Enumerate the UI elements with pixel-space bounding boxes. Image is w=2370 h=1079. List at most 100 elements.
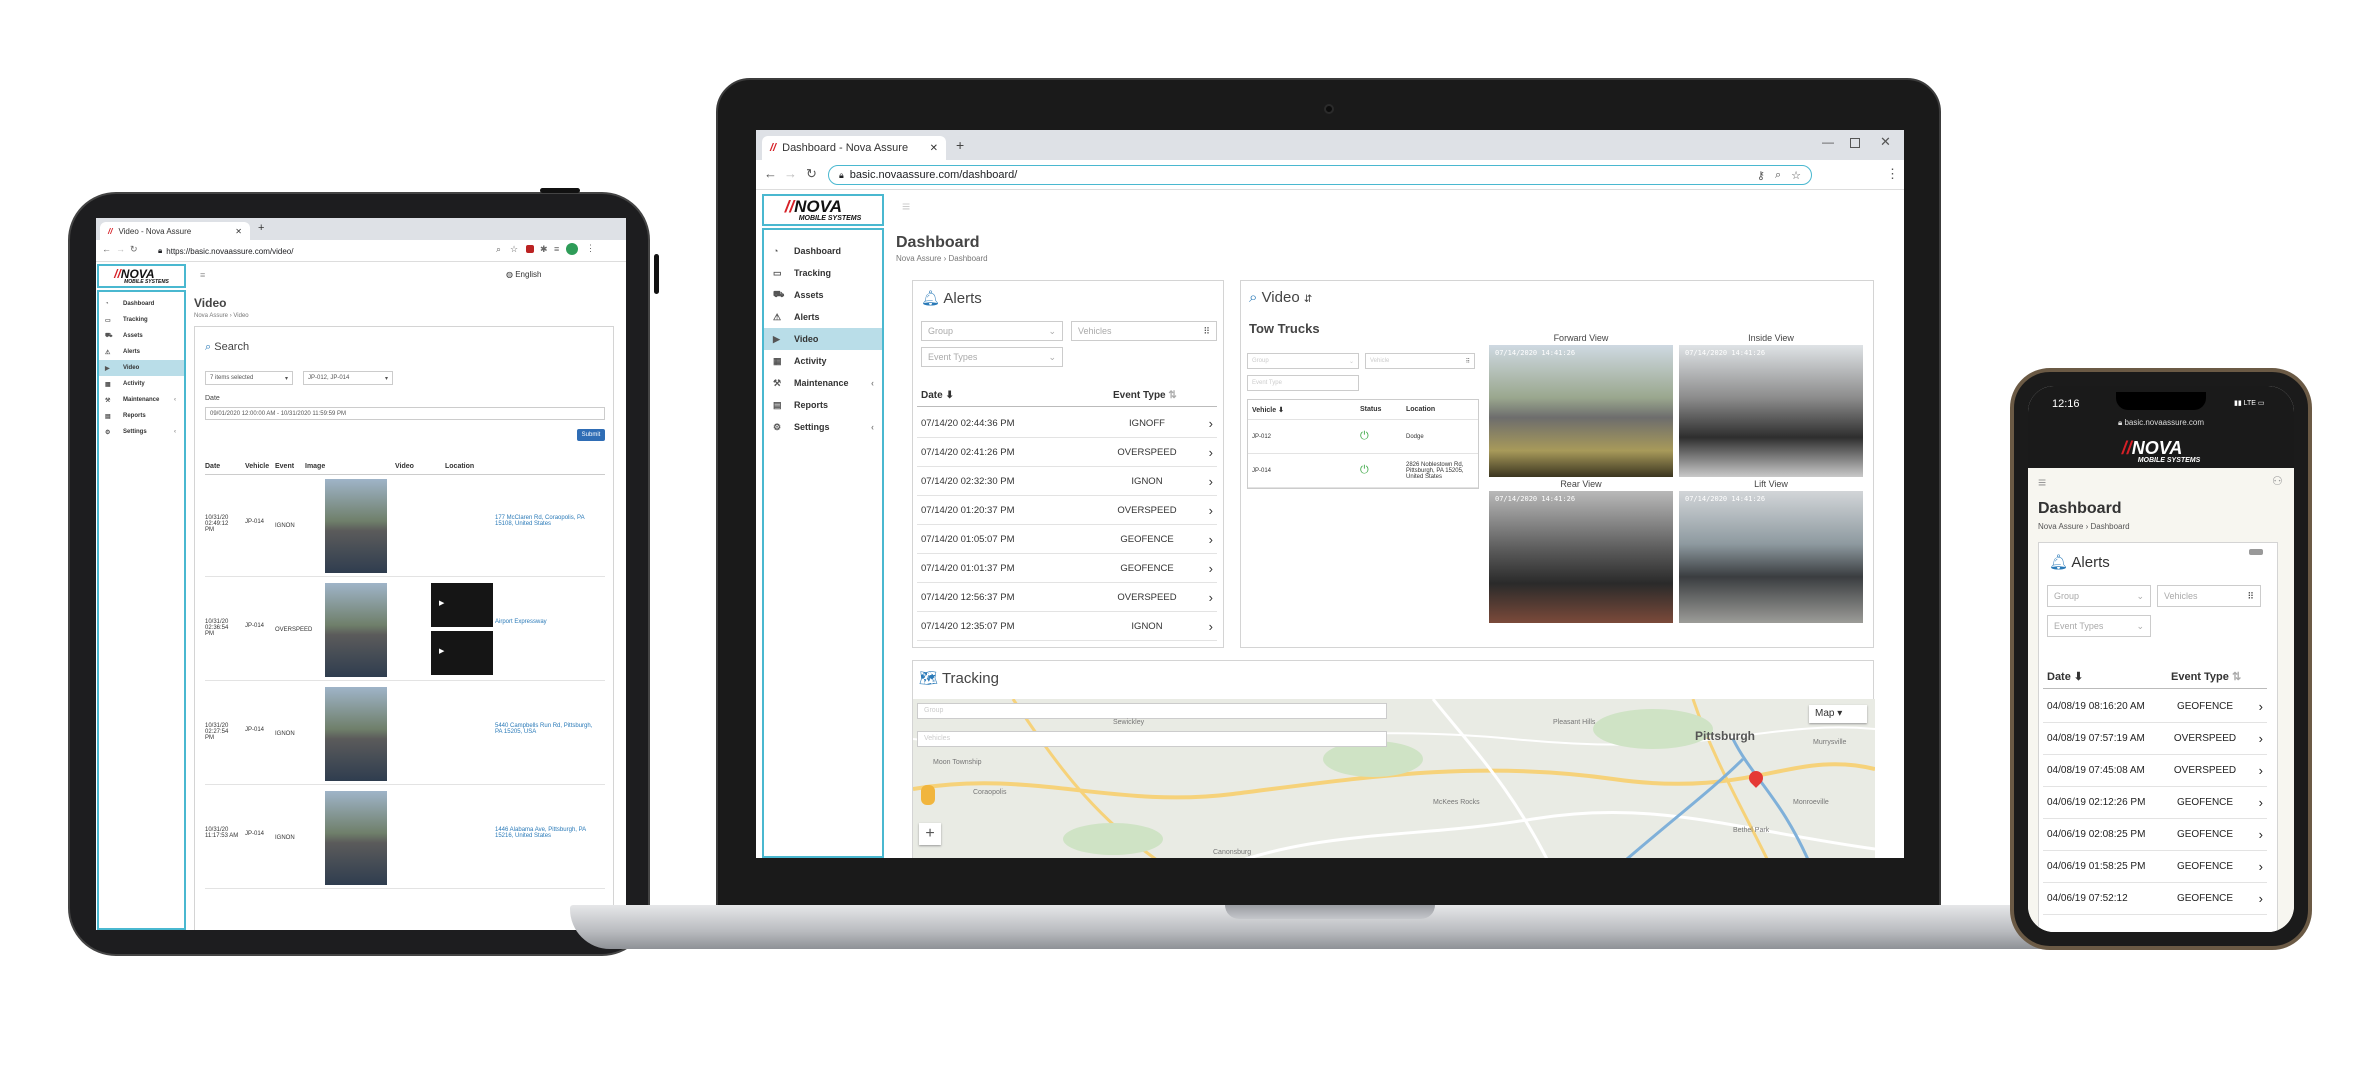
- camera-feed[interactable]: 07/14/2020 14:41:26: [1679, 491, 1863, 623]
- chevron-right-icon[interactable]: ›: [2259, 763, 2263, 778]
- row-location[interactable]: Airport Expressway: [495, 619, 595, 625]
- sidebar-item-tracking[interactable]: ▭ Tracking: [99, 312, 184, 328]
- alert-row[interactable]: 07/14/20 01:05:07 PM GEOFENCE ›: [917, 525, 1217, 554]
- vehicle-row[interactable]: JP-012 ⏻ Dodge: [1248, 420, 1478, 454]
- nova-logo[interactable]: //NOVA MOBILE SYSTEMS: [762, 194, 884, 226]
- map-type-button[interactable]: Map ▾: [1809, 705, 1867, 723]
- chevron-right-icon[interactable]: ›: [1209, 474, 1213, 489]
- group-select[interactable]: 7 items selected ▾: [205, 371, 293, 385]
- tracking-vehicles-select[interactable]: Vehicles: [917, 731, 1387, 747]
- vehicle-select[interactable]: JP-012, JP-014 ▾: [303, 371, 393, 385]
- sidebar-item-settings[interactable]: ⚙ Settings ‹: [99, 424, 184, 440]
- chevron-right-icon[interactable]: ›: [1209, 503, 1213, 518]
- table-row[interactable]: 10/31/20 02:49:12 PM JP-014 IGNON 177 McCla…: [205, 477, 605, 577]
- video-event-type-select[interactable]: Event Type: [1247, 375, 1359, 391]
- sort-icon[interactable]: ⇵: [1304, 294, 1312, 305]
- back-icon[interactable]: ←: [764, 166, 777, 181]
- camera-feed[interactable]: 07/14/2020 14:41:26: [1489, 345, 1673, 477]
- star-icon[interactable]: ☆: [510, 244, 518, 255]
- sidebar-item-alerts[interactable]: ⚠ Alerts: [764, 306, 882, 328]
- row-location[interactable]: 177 McClaren Rd, Coraopolis, PA 15108, U…: [495, 515, 595, 527]
- col-event-type[interactable]: Event Type ⇅: [1113, 390, 1177, 401]
- phone-event-types-select[interactable]: Event Types ⌄: [2047, 615, 2151, 637]
- alert-row[interactable]: 04/08/19 07:45:08 AM OVERSPEED ›: [2043, 755, 2267, 787]
- sidebar-item-tracking[interactable]: ▭ Tracking: [764, 262, 882, 284]
- chevron-right-icon[interactable]: ›: [1209, 445, 1213, 460]
- breadcrumb-home[interactable]: Nova Assure: [194, 313, 228, 319]
- alert-row[interactable]: 04/06/19 02:08:25 PM GEOFENCE ›: [2043, 819, 2267, 851]
- chevron-right-icon[interactable]: ›: [1209, 561, 1213, 576]
- sidebar-item-maintenance[interactable]: ⚒ Maintenance ‹: [764, 372, 882, 394]
- col-date[interactable]: Date ⬇: [2043, 670, 2171, 683]
- hamburger-icon[interactable]: ≡: [902, 198, 910, 214]
- alert-row[interactable]: 07/14/20 01:20:37 PM OVERSPEED ›: [917, 496, 1217, 525]
- submit-button[interactable]: Submit: [577, 429, 605, 441]
- close-icon[interactable]: ✕: [235, 227, 242, 236]
- alert-row[interactable]: 04/08/19 07:57:19 AM OVERSPEED ›: [2043, 723, 2267, 755]
- laptop-browser-tab[interactable]: // Dashboard - Nova Assure ✕: [762, 136, 946, 160]
- window-close-icon[interactable]: ✕: [1880, 134, 1891, 150]
- date-range-input[interactable]: 09/01/2020 12:00:00 AM - 10/31/2020 11:5…: [205, 407, 605, 420]
- table-row[interactable]: 10/31/20 02:36:54 PM JP-014 OVERSPEED ▶ ▶ Air…: [205, 581, 605, 681]
- sidebar-item-assets[interactable]: ⛟ Assets: [99, 328, 184, 344]
- chevron-right-icon[interactable]: ›: [1209, 532, 1213, 547]
- pegman-icon[interactable]: [921, 785, 935, 805]
- table-row[interactable]: 10/31/20 11:17:53 AM JP-014 IGNON 1446 Alab…: [205, 789, 605, 889]
- table-row[interactable]: 10/31/20 02:27:54 PM JP-014 IGNON 5440 Camp…: [205, 685, 605, 785]
- row-location[interactable]: 5440 Campbells Run Rd, Pittsburgh, PA 15…: [495, 723, 595, 735]
- row-location[interactable]: 1446 Alabama Ave, Pittsburgh, PA 15216, …: [495, 827, 595, 839]
- alert-row[interactable]: 07/14/20 02:32:30 PM IGNON ›: [917, 467, 1217, 496]
- breadcrumb-home[interactable]: Nova Assure: [896, 254, 941, 263]
- alert-row[interactable]: 04/06/19 02:12:26 PM GEOFENCE ›: [2043, 787, 2267, 819]
- chevron-right-icon[interactable]: ›: [2259, 795, 2263, 810]
- tracking-group-select[interactable]: Group: [917, 703, 1387, 719]
- alert-row[interactable]: 07/14/20 02:41:26 PM OVERSPEED ›: [917, 438, 1217, 467]
- nova-logo[interactable]: //NOVA MOBILE SYSTEMS: [97, 264, 186, 288]
- col-event-type[interactable]: Event Type ⇅: [2171, 670, 2241, 683]
- col-vehicle[interactable]: Vehicle ⬇: [1248, 406, 1360, 414]
- col-status[interactable]: Status: [1360, 406, 1406, 413]
- chevron-right-icon[interactable]: ›: [1209, 416, 1213, 431]
- phone-url[interactable]: 🔒︎ basic.novaassure.com: [2028, 418, 2294, 428]
- camera-feed[interactable]: 07/14/2020 14:41:26: [1679, 345, 1863, 477]
- hamburger-icon[interactable]: ≡: [2038, 474, 2046, 490]
- new-tab-icon[interactable]: +: [258, 222, 264, 234]
- sidebar-item-maintenance[interactable]: ⚒ Maintenance ‹: [99, 392, 184, 408]
- alerts-vehicles-select[interactable]: Vehicles ⠿: [1071, 321, 1217, 341]
- sidebar-item-settings[interactable]: ⚙ Settings ‹: [764, 416, 882, 438]
- alert-row[interactable]: 04/06/19 07:52:12 GEOFENCE ›: [2043, 883, 2267, 915]
- reload-icon[interactable]: ↻: [806, 166, 817, 182]
- puzzle-icon[interactable]: ✱: [540, 244, 548, 255]
- close-icon[interactable]: ✕: [930, 143, 938, 154]
- user-icon[interactable]: ⚇: [2272, 474, 2283, 488]
- reload-icon[interactable]: ↻: [130, 244, 138, 255]
- col-location[interactable]: Location: [1406, 406, 1435, 413]
- phone-group-select[interactable]: Group ⌄: [2047, 585, 2151, 607]
- chevron-right-icon[interactable]: ›: [2259, 827, 2263, 842]
- forward-icon[interactable]: →: [784, 166, 797, 181]
- search-icon[interactable]: ⌕: [1775, 169, 1781, 182]
- minimize-icon[interactable]: —: [1822, 135, 1834, 149]
- vehicle-row[interactable]: JP-014 ⏻ 2826 Noblestown Rd, Pittsburgh, P…: [1248, 454, 1478, 488]
- video-group-select[interactable]: Group ⌄: [1247, 353, 1359, 369]
- sidebar-item-reports[interactable]: ▤ Reports: [764, 394, 882, 416]
- tablet-browser-tab[interactable]: // Video - Nova Assure ✕: [100, 222, 250, 240]
- col-date[interactable]: Date ⬇: [917, 390, 1113, 401]
- extension-icon[interactable]: [526, 245, 534, 253]
- language-selector[interactable]: ◍ English: [506, 270, 541, 279]
- video-vehicle-select[interactable]: Vehicle ⠿: [1365, 353, 1475, 369]
- alert-row[interactable]: 04/06/19 01:58:25 PM GEOFENCE ›: [2043, 851, 2267, 883]
- event-thumbnail[interactable]: [325, 583, 387, 677]
- sidebar-item-activity[interactable]: ▦ Activity: [764, 350, 882, 372]
- alert-row[interactable]: 07/14/20 12:56:37 PM OVERSPEED ›: [917, 583, 1217, 612]
- key-icon[interactable]: ⚷: [1757, 169, 1765, 182]
- tracking-map[interactable]: Group Vehicles Map ▾ Pittsburgh Pleasant…: [913, 699, 1875, 858]
- zoom-in-button[interactable]: +: [919, 823, 941, 845]
- chevron-right-icon[interactable]: ›: [2259, 699, 2263, 714]
- chevron-right-icon[interactable]: ›: [1209, 590, 1213, 605]
- sidebar-item-activity[interactable]: ▦ Activity: [99, 376, 184, 392]
- chevron-right-icon[interactable]: ›: [1209, 619, 1213, 634]
- event-thumbnail[interactable]: [325, 687, 387, 781]
- camera-feed[interactable]: 07/14/2020 14:41:26: [1489, 491, 1673, 623]
- sidebar-item-video[interactable]: ▶ Video: [99, 360, 184, 376]
